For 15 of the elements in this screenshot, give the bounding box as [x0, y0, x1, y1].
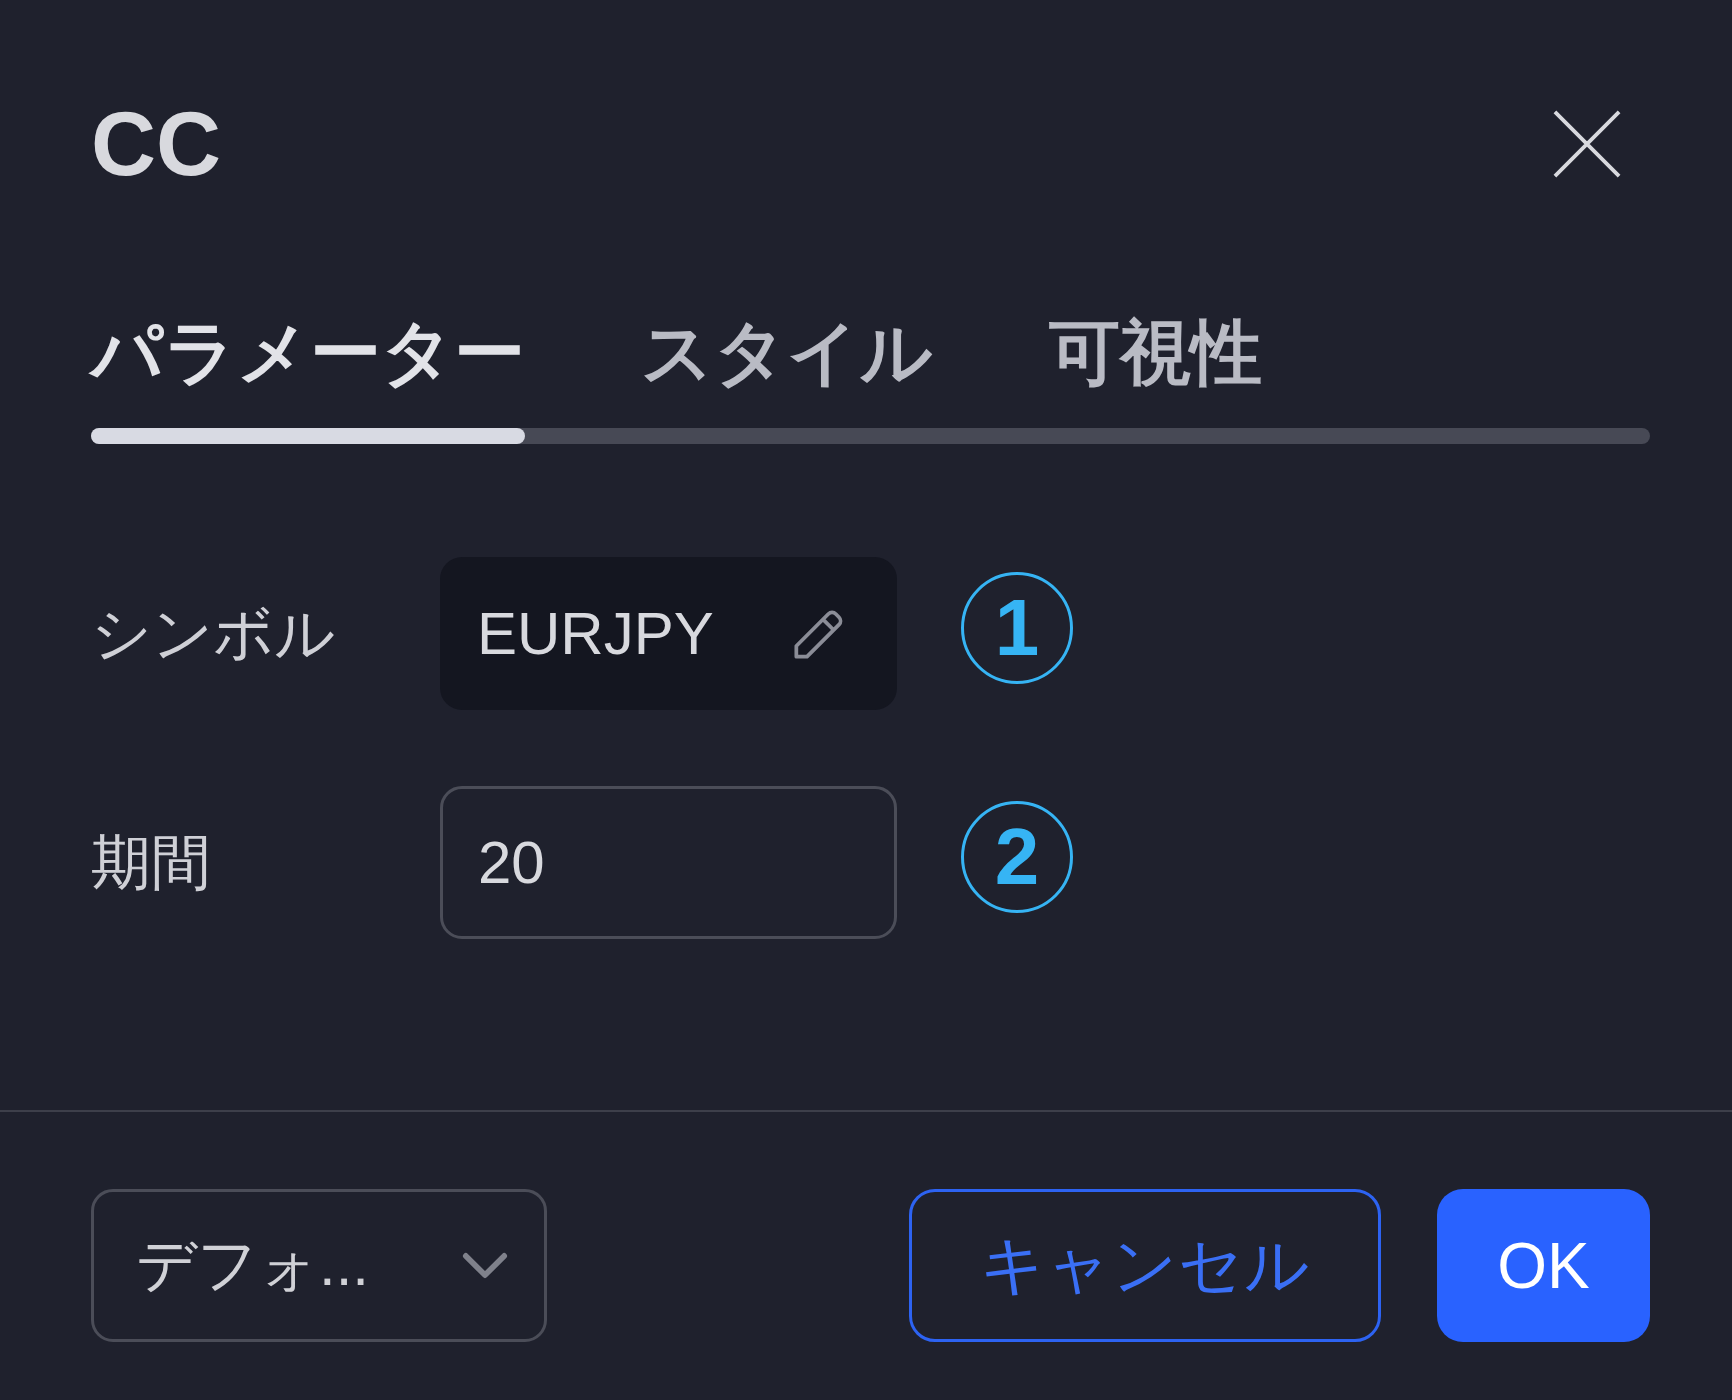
dialog-title: CC: [91, 100, 221, 188]
close-button[interactable]: [1552, 109, 1622, 179]
ok-button[interactable]: OK: [1437, 1189, 1650, 1342]
tab[interactable]: スタイル: [641, 313, 933, 393]
number-marker: 2: [961, 800, 1073, 913]
number-marker: 1: [961, 571, 1073, 684]
template-dropdown[interactable]: デフォ...: [91, 1189, 547, 1342]
close-icon: [1552, 109, 1622, 179]
tab[interactable]: 可視性: [1049, 313, 1262, 393]
period-input[interactable]: 20: [440, 786, 897, 939]
symbol-field[interactable]: EURJPY: [440, 557, 897, 710]
cancel-button[interactable]: キャンセル: [909, 1189, 1381, 1342]
chevron-down-icon: [462, 1252, 508, 1279]
field-label: 期間: [91, 827, 212, 898]
field-label: シンボル: [91, 598, 336, 669]
